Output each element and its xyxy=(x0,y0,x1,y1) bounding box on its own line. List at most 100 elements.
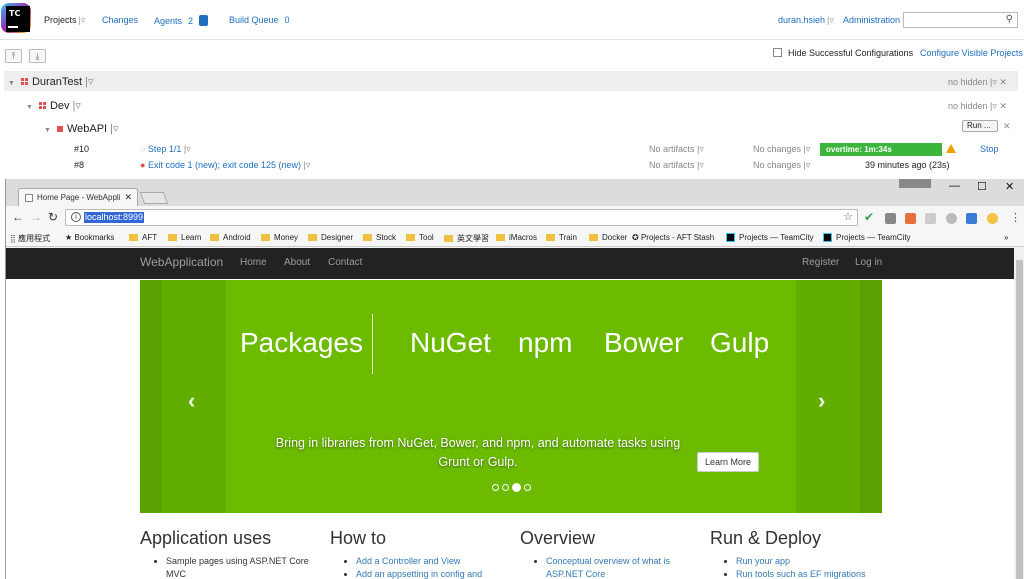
build-changes-label[interactable]: No changes xyxy=(753,160,801,170)
collapse-arrow-icon[interactable]: ▼ xyxy=(44,127,51,134)
build-config-name[interactable]: WebAPI xyxy=(67,123,107,135)
angular-extension-icon[interactable] xyxy=(946,213,957,224)
extension-icon[interactable] xyxy=(885,213,896,224)
subproject-dropdown-icon[interactable]: |▿ xyxy=(70,100,81,112)
build-status[interactable]: ● Exit code 1 (new); exit code 125 (new)… xyxy=(140,160,310,171)
carousel-dot[interactable] xyxy=(492,484,499,491)
menu-icon[interactable]: ⋮ xyxy=(1010,211,1021,224)
nav-agents[interactable]: Agents 2 xyxy=(154,15,209,26)
build-status-dropdown-icon[interactable]: |▿ xyxy=(301,160,311,170)
bookmark-english[interactable]: 英文學習 xyxy=(444,233,489,244)
bookmark-money[interactable]: Money xyxy=(261,233,298,242)
list-link[interactable]: Run tools such as EF migrations xyxy=(736,569,866,579)
bookmark-docker[interactable]: Docker xyxy=(589,233,627,242)
run-button[interactable]: Run ... xyxy=(962,120,998,132)
project-hidden-label[interactable]: no hidden xyxy=(948,77,988,87)
subproject-hidden[interactable]: no hidden |▿ ✕ xyxy=(948,101,1007,112)
learn-more-button[interactable]: Learn More xyxy=(696,452,760,472)
maximize-icon[interactable]: ☐ xyxy=(977,180,987,193)
search-input[interactable]: ⚲ xyxy=(903,12,1018,28)
bookmark-label[interactable]: Train xyxy=(559,233,577,242)
run-button-label[interactable]: Run xyxy=(967,121,982,130)
bookmark-label[interactable]: Money xyxy=(274,233,298,242)
bookmark-label[interactable]: 應用程式 xyxy=(18,234,50,243)
info-icon[interactable]: i xyxy=(71,212,81,222)
close-icon[interactable]: ✕ xyxy=(1003,121,1011,132)
nav-about[interactable]: About xyxy=(284,257,310,268)
bookmark-aft-stash[interactable]: ✪ Projects - AFT Stash xyxy=(632,233,714,242)
carousel-dot[interactable] xyxy=(502,484,509,491)
hide-successful-toggle[interactable]: Hide Successful Configurations xyxy=(773,48,913,58)
scrollbar-thumb[interactable] xyxy=(1016,260,1023,579)
profile-icon[interactable] xyxy=(899,179,931,188)
bookmark-aft[interactable]: AFT xyxy=(129,233,157,242)
bookmark-label[interactable]: iMacros xyxy=(509,233,537,242)
project-dropdown-icon[interactable]: |▿ xyxy=(82,76,93,88)
bookmark-teamcity[interactable]: Projects — TeamCity xyxy=(823,233,911,242)
build-config-dropdown-icon[interactable]: |▿ xyxy=(107,123,118,135)
bookmark-label[interactable]: Projects - AFT Stash xyxy=(641,233,714,242)
nav-build-queue-label[interactable]: Build Queue xyxy=(229,15,279,25)
project-row-title[interactable]: ▼ DuranTest |▿ xyxy=(8,75,94,88)
carousel-prev-icon[interactable]: ‹ xyxy=(188,388,195,414)
build-artifacts-label[interactable]: No artifacts xyxy=(649,144,695,154)
collapse-arrow-icon[interactable]: ▼ xyxy=(26,104,33,111)
build-number[interactable]: #10 xyxy=(74,144,89,154)
list-link[interactable]: Conceptual overview of what is ASP.NET C… xyxy=(546,556,670,579)
hide-successful-label[interactable]: Hide Successful Configurations xyxy=(788,48,913,58)
user-menu[interactable]: duran.hsieh |▿ xyxy=(778,15,834,26)
reload-icon[interactable]: ↻ xyxy=(48,210,58,224)
projects-dropdown-icon[interactable]: |▿ xyxy=(79,15,86,25)
carousel-next-icon[interactable]: › xyxy=(818,388,825,414)
subproject-row[interactable]: ▼ Dev |▿ xyxy=(26,99,81,112)
more-bookmarks-button[interactable]: » xyxy=(1004,233,1008,242)
bookmark-label[interactable]: Tool xyxy=(419,233,434,242)
administration-link[interactable]: Administration xyxy=(843,15,900,25)
subproject-name[interactable]: Dev xyxy=(50,100,70,112)
bookmark-android[interactable]: Android xyxy=(210,233,251,242)
build-artifacts[interactable]: No artifacts |▿ xyxy=(649,144,704,155)
bookmark-train[interactable]: Train xyxy=(546,233,577,242)
configure-visible-projects-link[interactable]: Configure Visible Projects xyxy=(920,48,1023,58)
bookmark-label[interactable]: 英文學習 xyxy=(457,234,489,243)
list-link[interactable]: Add a Controller and View xyxy=(356,556,460,566)
bookmark-label[interactable]: Designer xyxy=(321,233,353,242)
project-hidden[interactable]: no hidden |▿ ✕ xyxy=(948,77,1007,88)
build-changes-label[interactable]: No changes xyxy=(753,144,801,154)
build-changes[interactable]: No changes |▿ xyxy=(753,160,810,171)
stop-button[interactable]: Stop xyxy=(980,144,999,154)
build-config-row[interactable]: ▼ WebAPI |▿ xyxy=(44,122,119,135)
bookmark-teamcity[interactable]: Projects — TeamCity xyxy=(726,233,814,242)
build-status-text[interactable]: Exit code 1 (new); exit code 125 (new) xyxy=(148,160,301,170)
build-number[interactable]: #8 xyxy=(74,160,84,170)
subproject-hidden-label[interactable]: no hidden xyxy=(948,101,988,111)
site-brand[interactable]: WebApplication xyxy=(140,255,223,269)
checkmark-extension-icon[interactable]: ✔ xyxy=(864,210,874,224)
bookmark-tool[interactable]: Tool xyxy=(406,233,434,242)
bookmark-label[interactable]: Learn xyxy=(181,233,201,242)
carousel-dot[interactable] xyxy=(524,484,531,491)
build-status[interactable]: ◌ Step 1/1 |▿ xyxy=(140,144,191,155)
extension-icon[interactable] xyxy=(987,213,998,224)
build-status-text[interactable]: Step 1/1 xyxy=(148,144,182,154)
bookmark-designer[interactable]: Designer xyxy=(308,233,353,242)
collapse-arrow-icon[interactable]: ▼ xyxy=(8,80,15,87)
address-bar[interactable]: i localhost:8999 ☆ xyxy=(65,209,858,226)
nav-changes[interactable]: Changes xyxy=(102,15,138,25)
bookmark-label[interactable]: Docker xyxy=(602,233,627,242)
nav-build-queue[interactable]: Build Queue 0 xyxy=(229,15,290,25)
build-artifacts[interactable]: No artifacts |▿ xyxy=(649,160,704,171)
close-tab-icon[interactable]: ✕ xyxy=(124,189,132,206)
user-dropdown-icon[interactable]: |▿ xyxy=(827,15,834,25)
nav-projects-label[interactable]: Projects xyxy=(44,15,77,25)
build-artifacts-label[interactable]: No artifacts xyxy=(649,160,695,170)
bookmark-star-icon[interactable]: ☆ xyxy=(843,210,853,223)
bookmark-label[interactable]: Android xyxy=(223,233,251,242)
hide-successful-checkbox[interactable] xyxy=(773,48,782,57)
nav-contact[interactable]: Contact xyxy=(328,257,362,268)
collapse-all-button[interactable]: ⤒ xyxy=(5,49,22,63)
nav-home[interactable]: Home xyxy=(240,257,267,268)
run-options-button[interactable]: ... xyxy=(984,121,991,130)
carousel-dot-active[interactable] xyxy=(512,483,521,492)
teamcity-logo[interactable]: TC xyxy=(6,6,30,32)
